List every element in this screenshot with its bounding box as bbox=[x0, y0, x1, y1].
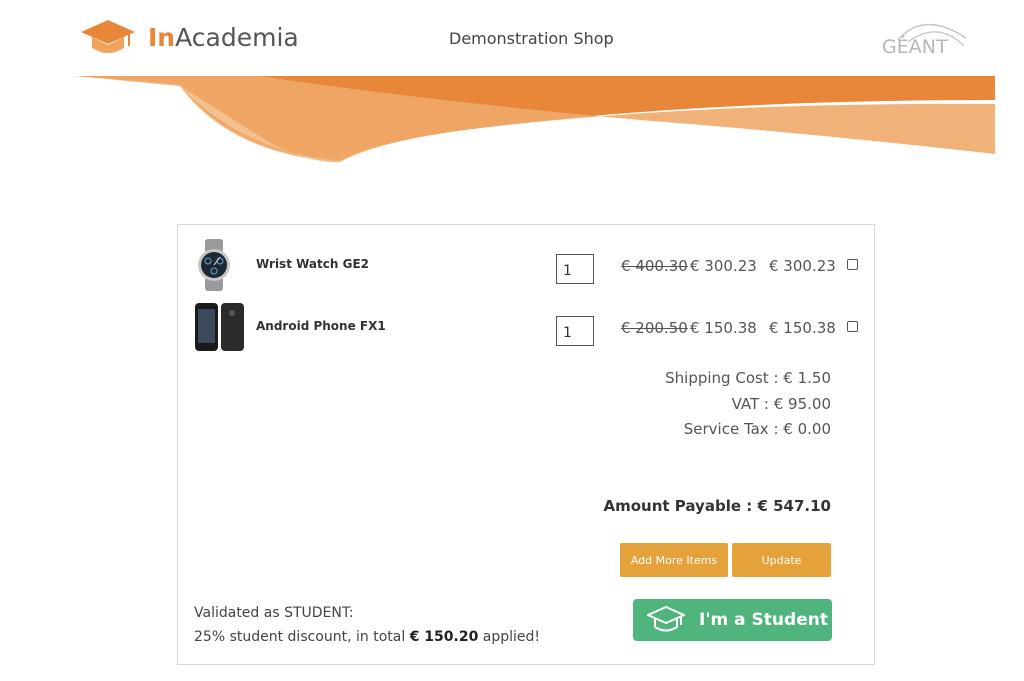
android-phone-image bbox=[194, 299, 246, 359]
add-more-items-button[interactable]: Add More Items bbox=[620, 543, 728, 577]
shop-title: Demonstration Shop bbox=[449, 29, 614, 48]
item-name: Wrist Watch GE2 bbox=[256, 257, 369, 271]
student-button-label: I'm a Student bbox=[699, 610, 828, 630]
original-price: € 400.30 bbox=[621, 257, 688, 275]
shopping-cart-panel: Wrist Watch GE2 1 € 400.30 € 300.23 € 30… bbox=[177, 224, 875, 665]
quantity-input[interactable]: 1 bbox=[556, 316, 594, 346]
graduation-cap-icon bbox=[81, 20, 135, 53]
item-total: € 300.23 bbox=[769, 257, 836, 275]
item-total: € 150.38 bbox=[769, 319, 836, 337]
service-tax: Service Tax : € 0.00 bbox=[683, 420, 831, 438]
discount-text: 25% student discount, in total bbox=[194, 629, 410, 645]
site-header: InAcademia Demonstration Shop GÉANT bbox=[0, 0, 1024, 170]
update-button[interactable]: Update bbox=[732, 543, 831, 577]
item-name: Android Phone FX1 bbox=[256, 319, 386, 333]
logo-text: InAcademia bbox=[148, 23, 299, 52]
amount-payable: Amount Payable : € 547.10 bbox=[603, 497, 831, 515]
remove-item-checkbox[interactable] bbox=[847, 259, 858, 270]
logo-prefix: In bbox=[148, 22, 176, 52]
validation-message: Validated as STUDENT: 25% student discou… bbox=[194, 601, 540, 649]
quantity-input[interactable]: 1 bbox=[556, 254, 594, 284]
inacademia-logo[interactable]: InAcademia bbox=[80, 18, 299, 56]
vat-amount: VAT : € 95.00 bbox=[731, 395, 831, 413]
wrist-watch-image bbox=[194, 237, 234, 297]
cart-item-phone: Android Phone FX1 1 € 200.50 € 150.38 € … bbox=[178, 299, 874, 355]
discount-summary: 25% student discount, in total € 150.20 … bbox=[194, 625, 540, 649]
original-price: € 200.50 bbox=[621, 319, 688, 337]
discount-amount: € 150.20 bbox=[409, 629, 479, 645]
discounted-price: € 300.23 bbox=[690, 257, 757, 275]
im-a-student-button[interactable]: I'm a Student bbox=[633, 599, 832, 641]
logo-suffix: Academia bbox=[175, 22, 299, 52]
cart-item-watch: Wrist Watch GE2 1 € 400.30 € 300.23 € 30… bbox=[178, 237, 874, 293]
remove-item-checkbox[interactable] bbox=[847, 321, 858, 332]
discounted-price: € 150.38 bbox=[690, 319, 757, 337]
validation-status: Validated as STUDENT: bbox=[194, 605, 354, 621]
geant-logo[interactable]: GÉANT bbox=[878, 16, 970, 62]
shipping-cost: Shipping Cost : € 1.50 bbox=[665, 369, 831, 387]
discount-suffix: applied! bbox=[478, 629, 541, 645]
graduation-cap-icon bbox=[647, 605, 685, 632]
geant-logo-text: GÉANT bbox=[882, 36, 948, 58]
header-wave-banner bbox=[75, 76, 995, 163]
